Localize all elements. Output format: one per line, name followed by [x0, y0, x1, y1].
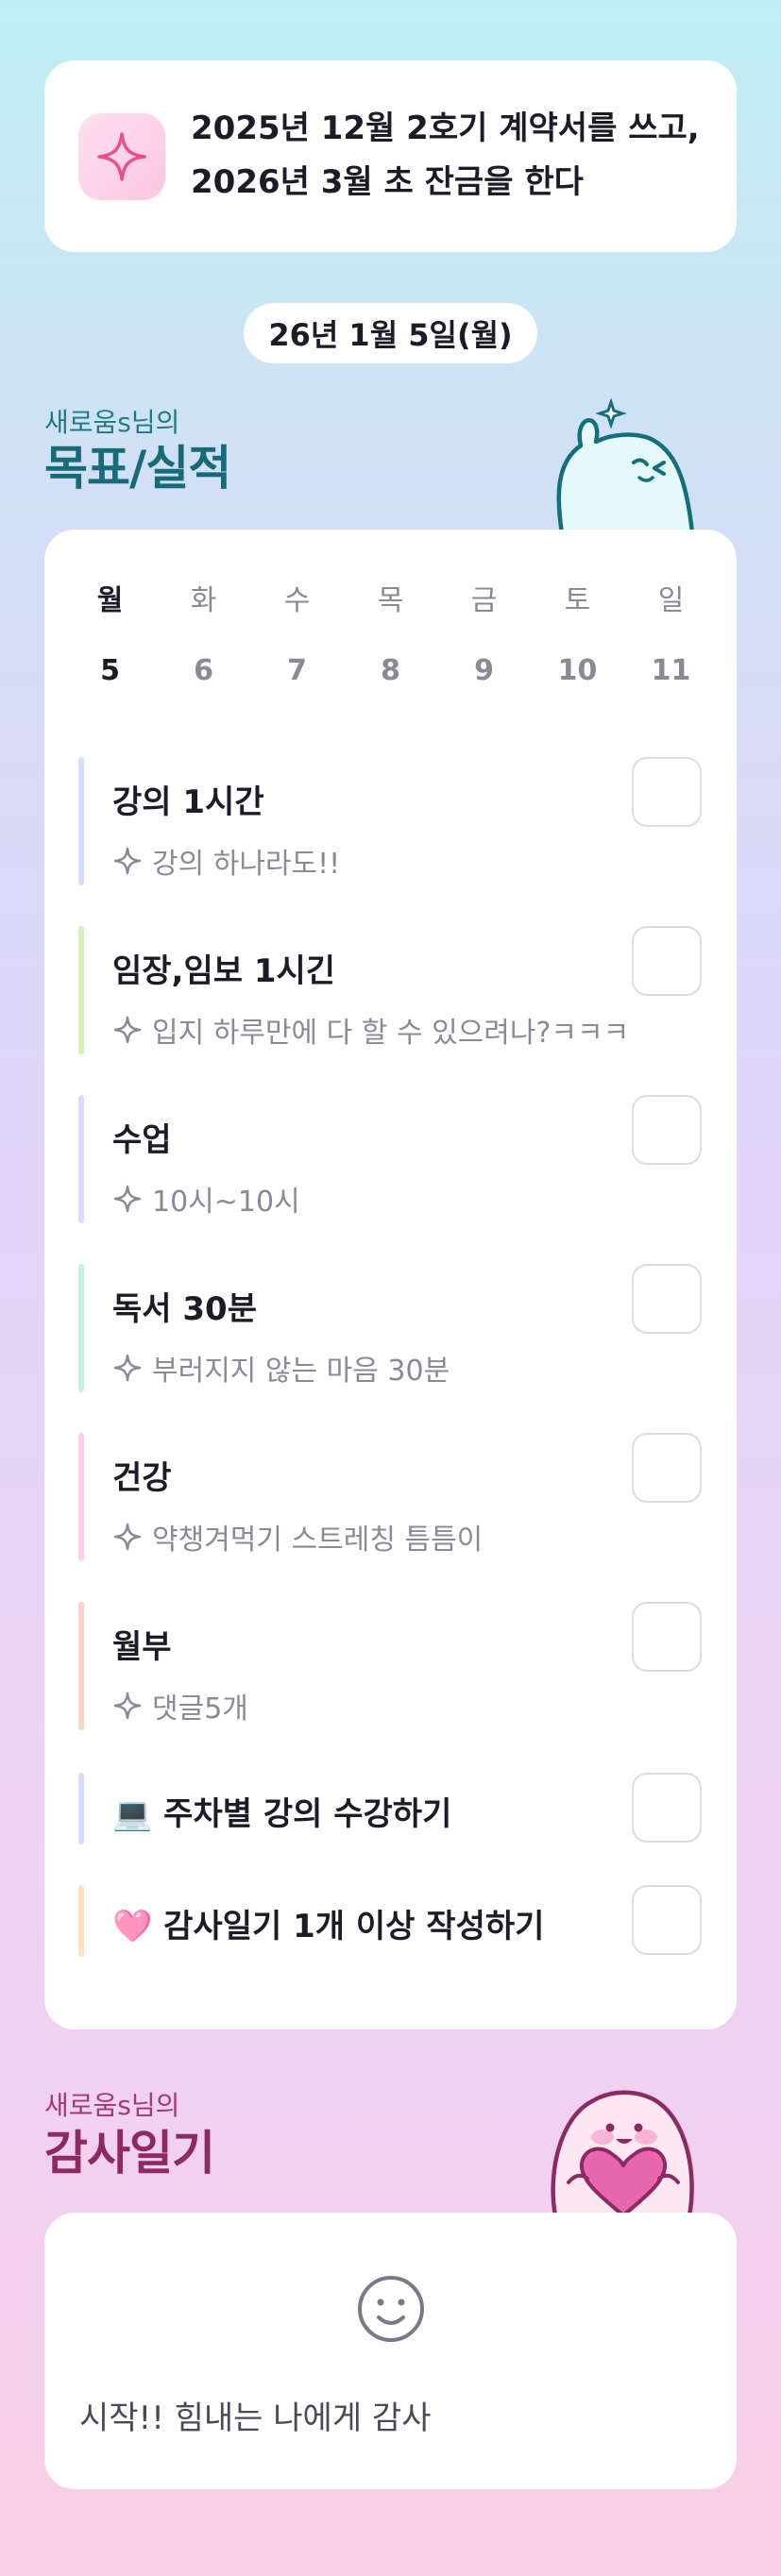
date-10[interactable]: 10	[531, 654, 624, 687]
date-8[interactable]: 8	[344, 654, 437, 687]
sparkle-icon	[113, 1692, 142, 1720]
task-color-bar	[78, 757, 84, 885]
thanks-entry-text: 시작!! 힘내는 나에게 감사	[79, 2399, 432, 2437]
task-color-bar	[78, 1264, 84, 1392]
thanks-section-title: 감사일기	[44, 2126, 215, 2180]
task-checkbox[interactable]	[632, 926, 702, 996]
task-item: 독서 30분 부러지지 않는 마음 30분	[78, 1264, 702, 1392]
task-note-text: 10시~10시	[152, 1186, 300, 1219]
day-name-sat[interactable]: 토	[531, 577, 624, 618]
mascot-ghost-icon	[543, 396, 699, 536]
day-name-fri[interactable]: 금	[437, 577, 531, 618]
task-note: 부러지지 않는 마음 30분	[112, 1347, 450, 1389]
task-color-bar	[78, 1602, 84, 1730]
date-11[interactable]: 11	[624, 654, 718, 687]
day-name-mon[interactable]: 월	[63, 577, 157, 618]
task-checkbox[interactable]	[632, 1095, 702, 1165]
goal-line-1: 2025년 12월 2호기 계약서를 쓰고,	[191, 109, 700, 147]
task-note-text: 입지 하루만에 다 할 수 있으려나?ㅋㅋㅋ	[152, 1017, 630, 1050]
task-note-text: 부러지지 않는 마음 30분	[152, 1355, 450, 1388]
task-item: 🩷 감사일기 1개 이상 작성하기	[78, 1885, 702, 1957]
task-note-text: 약챙겨먹기 스트레칭 틈틈이	[152, 1524, 484, 1557]
day-name-sun[interactable]: 일	[624, 577, 718, 618]
task-note-text: 댓글5개	[152, 1692, 248, 1726]
date-selector[interactable]: 26년 1월 5일(월)	[244, 303, 537, 363]
week-day-names: 월 화 수 목 금 토 일	[63, 577, 718, 618]
day-name-wed[interactable]: 수	[250, 577, 344, 618]
goal-text: 2025년 12월 2호기 계약서를 쓰고, 2026년 3월 초 잔금을 한다	[191, 102, 720, 210]
task-note: 강의 하나라도!!	[112, 840, 340, 882]
task-note: 댓글5개	[112, 1685, 248, 1726]
sparkle-icon	[113, 847, 142, 875]
task-title: 임장,임보 1시긴	[112, 952, 336, 990]
task-color-bar	[78, 1433, 84, 1561]
task-item: 수업 10시~10시	[78, 1095, 702, 1223]
date-9[interactable]: 9	[437, 654, 531, 687]
task-checkbox[interactable]	[632, 1885, 702, 1955]
task-checkbox[interactable]	[632, 1602, 702, 1672]
task-note: 10시~10시	[112, 1178, 300, 1220]
task-color-bar	[78, 1885, 84, 1957]
task-color-bar	[78, 1773, 84, 1844]
task-title: 월부	[112, 1628, 172, 1666]
task-title: 💻 주차별 강의 수강하기	[112, 1795, 452, 1833]
thanks-card[interactable]: 시작!! 힘내는 나에게 감사	[44, 2213, 737, 2489]
task-title: 🩷 감사일기 1개 이상 작성하기	[112, 1908, 545, 1945]
day-name-thu[interactable]: 목	[344, 577, 437, 618]
sparkle-icon	[113, 1523, 142, 1551]
task-note: 입지 하루만에 다 할 수 있으려나?ㅋㅋㅋ	[112, 1009, 629, 1051]
task-color-bar	[78, 926, 84, 1054]
task-checkbox[interactable]	[632, 1773, 702, 1843]
task-item: 강의 1시간 강의 하나라도!!	[78, 757, 702, 885]
task-title: 수업	[112, 1121, 172, 1159]
day-name-tue[interactable]: 화	[157, 577, 250, 618]
mascot-heart-icon	[540, 2080, 703, 2218]
week-dates: 5 6 7 8 9 10 11	[63, 654, 718, 687]
smile-icon	[356, 2274, 426, 2344]
task-title: 강의 1시간	[112, 783, 264, 821]
date-6[interactable]: 6	[157, 654, 250, 687]
goal-card[interactable]: 2025년 12월 2호기 계약서를 쓰고, 2026년 3월 초 잔금을 한다	[44, 60, 737, 252]
date-7[interactable]: 7	[250, 654, 344, 687]
task-color-bar	[78, 1095, 84, 1223]
sparkle-icon	[113, 1354, 142, 1382]
task-item: 건강 약챙겨먹기 스트레칭 틈틈이	[78, 1433, 702, 1561]
goal-line-2: 2026년 3월 초 잔금을 한다	[191, 163, 584, 201]
task-checkbox[interactable]	[632, 757, 702, 827]
task-title: 건강	[112, 1459, 172, 1497]
task-note-text: 강의 하나라도!!	[152, 848, 341, 881]
date-5[interactable]: 5	[63, 654, 157, 687]
task-checkbox[interactable]	[632, 1264, 702, 1334]
task-note: 약챙겨먹기 스트레칭 틈틈이	[112, 1516, 483, 1557]
goals-section-title: 목표/실적	[44, 441, 231, 496]
sparkle-icon	[78, 113, 165, 200]
goals-card: 월 화 수 목 금 토 일 5 6 7 8 9 10 11 강의 1시간 강의 …	[44, 530, 737, 2029]
task-item: 💻 주차별 강의 수강하기	[78, 1773, 702, 1844]
task-item: 월부 댓글5개	[78, 1602, 702, 1730]
sparkle-icon	[113, 1185, 142, 1213]
task-title: 독서 30분	[112, 1290, 257, 1328]
sparkle-icon	[113, 1016, 142, 1044]
task-item: 임장,임보 1시긴 입지 하루만에 다 할 수 있으려나?ㅋㅋㅋ	[78, 926, 702, 1054]
task-checkbox[interactable]	[632, 1433, 702, 1503]
